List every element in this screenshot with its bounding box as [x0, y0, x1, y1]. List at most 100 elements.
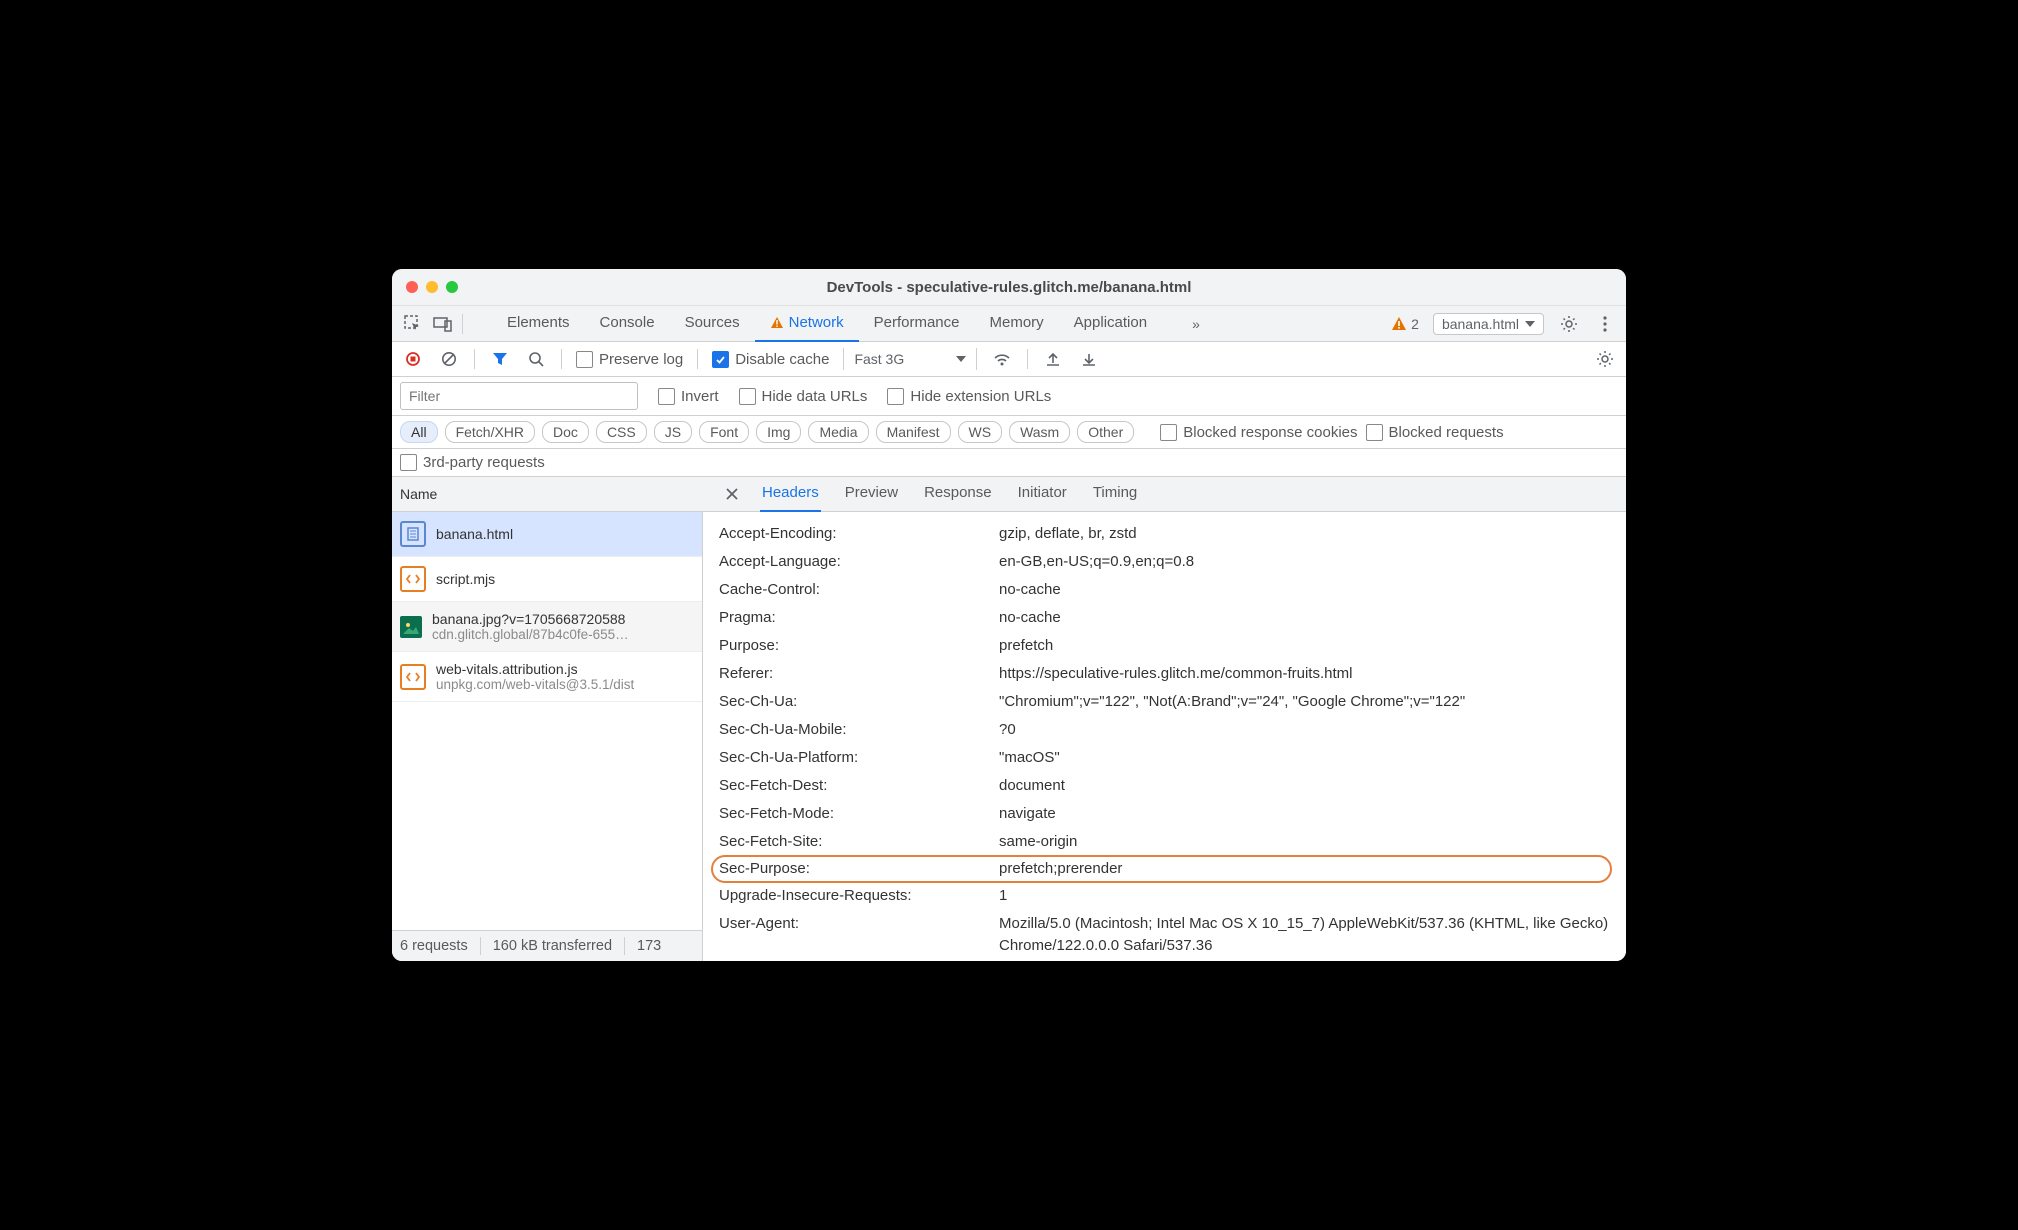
panel-settings-icon[interactable] — [1594, 348, 1616, 370]
tab-elements[interactable]: Elements — [492, 305, 585, 340]
request-row[interactable]: banana.html — [392, 512, 702, 557]
chip-media[interactable]: Media — [808, 421, 868, 443]
chip-fetch-xhr[interactable]: Fetch/XHR — [445, 421, 535, 443]
network-toolbar: Preserve log Disable cache Fast 3G — [392, 342, 1626, 377]
throttling-label: Fast 3G — [854, 351, 904, 367]
tab-label: Network — [789, 314, 844, 331]
header-row: Sec-Ch-Ua:"Chromium";v="122", "Not(A:Bra… — [711, 688, 1612, 716]
checkbox-icon — [712, 351, 729, 368]
tab-memory[interactable]: Memory — [975, 305, 1059, 340]
request-domain: cdn.glitch.global/87b4c0fe-655… — [432, 627, 629, 642]
blocked-cookies-checkbox[interactable]: Blocked response cookies — [1160, 424, 1357, 441]
chevron-down-icon — [956, 356, 966, 362]
window-title: DevTools - speculative-rules.glitch.me/b… — [392, 279, 1626, 296]
request-name: banana.html — [436, 526, 513, 542]
upload-har-icon[interactable] — [1042, 348, 1064, 370]
throttling-select[interactable]: Fast 3G — [843, 348, 977, 370]
chip-css[interactable]: CSS — [596, 421, 647, 443]
chip-font[interactable]: Font — [699, 421, 749, 443]
chip-other[interactable]: Other — [1077, 421, 1134, 443]
checkbox-icon — [400, 454, 417, 471]
chip-wasm[interactable]: Wasm — [1009, 421, 1070, 443]
context-selector[interactable]: banana.html — [1433, 313, 1544, 335]
chip-img[interactable]: Img — [756, 421, 801, 443]
tab-application[interactable]: Application — [1059, 305, 1162, 340]
kebab-menu-icon[interactable] — [1594, 313, 1616, 335]
request-row[interactable]: banana.jpg?v=1705668720588cdn.glitch.glo… — [392, 602, 702, 652]
header-name: Sec-Purpose: — [719, 858, 999, 880]
header-row: Accept-Encoding:gzip, deflate, br, zstd — [711, 520, 1612, 548]
tab-network[interactable]: Network — [755, 305, 859, 343]
header-row: Sec-Fetch-Mode:navigate — [711, 800, 1612, 828]
chip-doc[interactable]: Doc — [542, 421, 589, 443]
content-area: banana.htmlscript.mjsbanana.jpg?v=170566… — [392, 512, 1626, 961]
tab-performance[interactable]: Performance — [859, 305, 975, 340]
invert-label: Invert — [681, 388, 719, 405]
third-party-checkbox[interactable]: 3rd-party requests — [400, 454, 1618, 471]
name-column-header[interactable]: Name — [400, 486, 437, 502]
headers-pane[interactable]: Accept-Encoding:gzip, deflate, br, zstdA… — [703, 512, 1626, 961]
tab-label: Memory — [990, 314, 1044, 331]
subtab-response[interactable]: Response — [922, 476, 994, 510]
subtab-initiator[interactable]: Initiator — [1016, 476, 1069, 510]
issues-count: 2 — [1411, 316, 1419, 332]
invert-checkbox[interactable]: Invert — [658, 388, 719, 405]
clear-icon[interactable] — [438, 348, 460, 370]
separator — [462, 314, 463, 334]
header-value: prefetch — [999, 635, 1612, 657]
script-icon — [400, 664, 426, 690]
titlebar: DevTools - speculative-rules.glitch.me/b… — [392, 269, 1626, 306]
tab-sources[interactable]: Sources — [670, 305, 755, 340]
separator — [480, 937, 481, 955]
warning-icon — [770, 316, 784, 330]
hide-data-urls-checkbox[interactable]: Hide data URLs — [739, 388, 868, 405]
chip-manifest[interactable]: Manifest — [876, 421, 951, 443]
blocked-requests-checkbox[interactable]: Blocked requests — [1366, 424, 1504, 441]
issues-badge[interactable]: 2 — [1391, 316, 1419, 332]
chip-all[interactable]: All — [400, 421, 438, 443]
download-har-icon[interactable] — [1078, 348, 1100, 370]
tab-console[interactable]: Console — [585, 305, 670, 340]
filter-input[interactable] — [400, 382, 638, 410]
filter-icon[interactable] — [489, 348, 511, 370]
status-transferred: 160 kB transferred — [493, 938, 612, 954]
script-icon — [400, 566, 426, 592]
header-value: https://speculative-rules.glitch.me/comm… — [999, 663, 1612, 685]
header-name: Sec-Ch-Ua-Mobile: — [719, 719, 999, 741]
more-tabs-icon[interactable]: » — [1185, 313, 1207, 335]
request-row[interactable]: script.mjs — [392, 557, 702, 602]
subtab-preview[interactable]: Preview — [843, 476, 900, 510]
tab-label: Console — [600, 314, 655, 331]
subtab-headers[interactable]: Headers — [760, 476, 821, 513]
network-conditions-icon[interactable] — [991, 348, 1013, 370]
device-toolbar-icon[interactable] — [432, 313, 454, 335]
header-row: Cache-Control:no-cache — [711, 576, 1612, 604]
header-value: gzip, deflate, br, zstd — [999, 523, 1612, 545]
record-icon[interactable] — [402, 348, 424, 370]
devtools-window: DevTools - speculative-rules.glitch.me/b… — [392, 269, 1626, 961]
hide-extension-urls-checkbox[interactable]: Hide extension URLs — [887, 388, 1051, 405]
preserve-log-checkbox[interactable]: Preserve log — [576, 351, 683, 368]
header-value: document — [999, 775, 1612, 797]
disable-cache-label: Disable cache — [735, 351, 829, 368]
tab-label: Application — [1074, 314, 1147, 331]
document-icon — [400, 521, 426, 547]
select-element-icon[interactable] — [402, 313, 424, 335]
close-pane-icon[interactable] — [724, 483, 740, 505]
chip-js[interactable]: JS — [654, 421, 692, 443]
subtabs-row: Name Headers Preview Response Initiator Timi… — [392, 477, 1626, 512]
search-icon[interactable] — [525, 348, 547, 370]
tab-label: Elements — [507, 314, 570, 331]
preserve-log-label: Preserve log — [599, 351, 683, 368]
request-name: banana.jpg?v=1705668720588 — [432, 611, 629, 627]
header-row: Sec-Ch-Ua-Mobile:?0 — [711, 716, 1612, 744]
header-value: Mozilla/5.0 (Macintosh; Intel Mac OS X 1… — [999, 913, 1612, 957]
settings-icon[interactable] — [1558, 313, 1580, 335]
chip-ws[interactable]: WS — [958, 421, 1003, 443]
subtab-timing[interactable]: Timing — [1091, 476, 1139, 510]
checkbox-icon — [1366, 424, 1383, 441]
hide-data-label: Hide data URLs — [762, 388, 868, 405]
disable-cache-checkbox[interactable]: Disable cache — [712, 351, 829, 368]
request-row[interactable]: web-vitals.attribution.jsunpkg.com/web-v… — [392, 652, 702, 702]
third-party-label: 3rd-party requests — [423, 454, 545, 471]
